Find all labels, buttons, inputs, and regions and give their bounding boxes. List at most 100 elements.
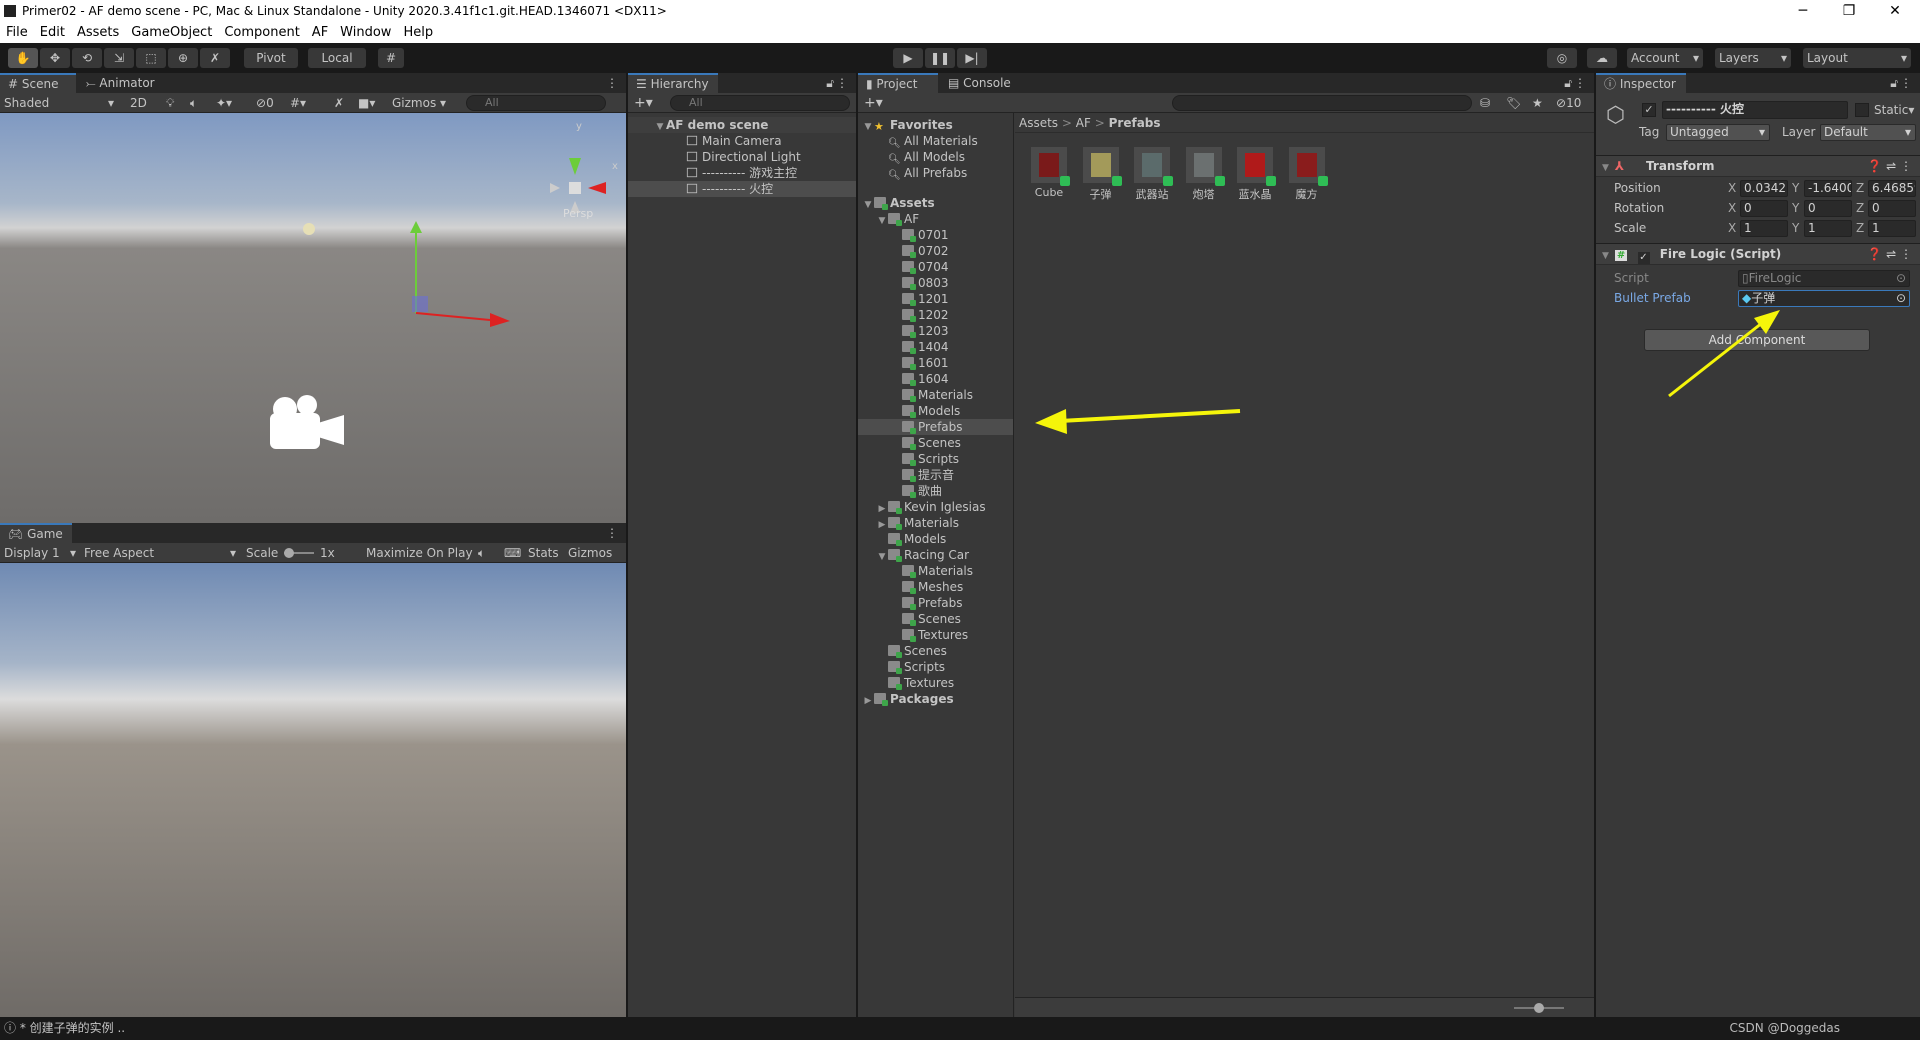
folder-tree-item[interactable]: ▼ ★ Favorites bbox=[858, 117, 1013, 133]
folder-tree-item[interactable]: Prefabs bbox=[858, 419, 1013, 435]
local-toggle[interactable]: Local bbox=[308, 48, 366, 68]
folder-tree-item[interactable]: 0701 bbox=[858, 227, 1013, 243]
more-options-icon[interactable]: ⋮ bbox=[828, 73, 856, 93]
transform-z-field[interactable]: 1 bbox=[1868, 220, 1916, 237]
menu-help[interactable]: Help bbox=[397, 25, 439, 40]
mute-audio-icon[interactable]: 🔈︎ bbox=[478, 545, 485, 561]
folder-tree-item[interactable]: 歌曲 bbox=[858, 483, 1013, 499]
menu-edit[interactable]: Edit bbox=[34, 25, 71, 40]
enabled-checkbox[interactable]: ✓ bbox=[1637, 252, 1650, 264]
active-checkbox[interactable]: ✓ bbox=[1642, 103, 1656, 117]
menu-gameobject[interactable]: GameObject bbox=[125, 25, 218, 40]
tab-scene[interactable]: # Scene bbox=[0, 73, 76, 93]
folder-tree-item[interactable]: Scenes bbox=[858, 643, 1013, 659]
more-options-icon[interactable]: ⋮ bbox=[1566, 73, 1594, 93]
folder-tree-item[interactable]: ▶ Materials bbox=[858, 515, 1013, 531]
more-options-icon[interactable]: ⋮ bbox=[1892, 73, 1920, 93]
folder-tree-item[interactable]: Textures bbox=[858, 627, 1013, 643]
breadcrumb-assets[interactable]: Assets bbox=[1019, 116, 1058, 130]
layer-dropdown[interactable]: Default ▾ bbox=[1820, 124, 1916, 141]
transform-x-field[interactable]: 0.0342 bbox=[1740, 180, 1788, 197]
keyboard-icon[interactable]: ⌨ bbox=[504, 545, 521, 561]
game-viewport[interactable] bbox=[0, 563, 626, 1017]
transform-y-field[interactable]: -1.6400 bbox=[1804, 180, 1852, 197]
lighting-icon[interactable]: 💡︎ bbox=[166, 95, 174, 111]
transform-y-field[interactable]: 1 bbox=[1804, 220, 1852, 237]
transform-x-field[interactable]: 1 bbox=[1740, 220, 1788, 237]
menu-component[interactable]: Component bbox=[218, 25, 305, 40]
gameobject-cube-icon[interactable]: ⬡ bbox=[1606, 103, 1625, 128]
bullet-prefab-field[interactable]: ◆子弹 ⊙ bbox=[1738, 290, 1910, 307]
create-button[interactable]: +▾ bbox=[864, 95, 883, 111]
search-by-type-icon[interactable]: ⛁ bbox=[1480, 95, 1490, 111]
folder-tree-item[interactable]: Prefabs bbox=[858, 595, 1013, 611]
folder-tree-item[interactable]: 1604 bbox=[858, 371, 1013, 387]
hand-tool-icon[interactable]: ✋ bbox=[8, 48, 38, 68]
hidden-packages-toggle[interactable]: ⊘10 bbox=[1556, 95, 1581, 111]
more-options-icon[interactable]: ⋮ bbox=[598, 73, 626, 93]
folder-tree-item[interactable]: 提示音 bbox=[858, 467, 1013, 483]
static-checkbox[interactable] bbox=[1855, 103, 1869, 117]
static-dropdown[interactable]: Static▾ bbox=[1874, 103, 1914, 117]
custom-tool-icon[interactable]: ✗ bbox=[200, 48, 230, 68]
prefab-thumbnail[interactable] bbox=[1082, 147, 1122, 186]
folder-tree-item[interactable]: ▼ Racing Car bbox=[858, 547, 1013, 563]
prefab-thumbnail[interactable] bbox=[1031, 147, 1070, 186]
hidden-objects-toggle[interactable]: ⊘0 bbox=[256, 95, 274, 111]
transform-z-field[interactable]: 0 bbox=[1868, 200, 1916, 217]
tag-dropdown[interactable]: Untagged ▾ bbox=[1666, 124, 1770, 141]
collapsed-arrow-icon[interactable]: ▶ bbox=[862, 693, 874, 709]
play-button[interactable]: ▶ bbox=[893, 48, 923, 68]
add-component-button[interactable]: Add Component bbox=[1644, 329, 1870, 351]
scene-viewport[interactable]: y x Persp bbox=[0, 113, 626, 523]
folder-tree-item[interactable]: 1202 bbox=[858, 307, 1013, 323]
favorites-star-icon[interactable]: ★ bbox=[1532, 95, 1543, 111]
project-search-input[interactable] bbox=[1172, 95, 1472, 111]
minimize-button[interactable]: ─ bbox=[1780, 0, 1826, 22]
cloud-icon[interactable]: ☁ bbox=[1587, 48, 1617, 68]
aspect-dropdown[interactable]: Free Aspect ▾ bbox=[84, 545, 236, 561]
folder-tree-item[interactable]: Textures bbox=[858, 675, 1013, 691]
prefab-thumbnail[interactable] bbox=[1237, 147, 1276, 186]
rect-tool-icon[interactable]: ⬚ bbox=[136, 48, 166, 68]
close-button[interactable]: ✕ bbox=[1872, 0, 1918, 22]
fire-logic-header[interactable]: ▼ # ✓ Fire Logic (Script) ❓ ⇌ ⋮ bbox=[1596, 243, 1920, 265]
tab-animator[interactable]: ⤚ Animator bbox=[78, 73, 163, 93]
search-by-label-icon[interactable]: 🏷︎ bbox=[1506, 95, 1521, 111]
prefab-thumbnail[interactable] bbox=[1134, 147, 1173, 186]
tab-project[interactable]: ▮ Project bbox=[858, 73, 938, 93]
display-dropdown[interactable]: Display 1 ▾ bbox=[4, 545, 76, 561]
scale-slider[interactable] bbox=[284, 545, 314, 561]
menu-assets[interactable]: Assets bbox=[71, 25, 125, 40]
transform-header[interactable]: ▼ ⅄ Transform ❓ ⇌ ⋮ bbox=[1596, 155, 1920, 177]
tab-hierarchy[interactable]: ☰ Hierarchy bbox=[628, 73, 718, 93]
breadcrumb-prefabs[interactable]: Prefabs bbox=[1109, 116, 1161, 130]
layout-dropdown[interactable]: Layout ▾ bbox=[1803, 48, 1911, 68]
transform-z-field[interactable]: 6.46859 bbox=[1868, 180, 1916, 197]
component-menu-icons[interactable]: ❓ ⇌ ⋮ bbox=[1867, 156, 1912, 177]
hierarchy-item[interactable]: Directional Light bbox=[628, 149, 856, 165]
scene-root-row[interactable]: ▼ AF demo scene bbox=[628, 117, 856, 133]
pause-button[interactable]: ❚❚ bbox=[925, 48, 955, 68]
audio-icon[interactable]: 🔈︎ bbox=[190, 95, 197, 111]
persp-label[interactable]: Persp bbox=[563, 207, 593, 220]
folder-tree-item[interactable]: ▶ Kevin Iglesias bbox=[858, 499, 1013, 515]
folder-tree-item[interactable]: Scenes bbox=[858, 611, 1013, 627]
create-button[interactable]: +▾ bbox=[634, 95, 653, 111]
transform-tool-icon[interactable]: ⊕ bbox=[168, 48, 198, 68]
menu-window[interactable]: Window bbox=[334, 25, 397, 40]
grid-snap-icon[interactable]: # bbox=[378, 48, 404, 68]
effects-icon[interactable]: ✦▾ bbox=[216, 95, 232, 111]
folder-tree-item[interactable]: 1404 bbox=[858, 339, 1013, 355]
folder-tree-item[interactable]: Scenes bbox=[858, 435, 1013, 451]
scene-search-input[interactable]: All bbox=[466, 95, 606, 111]
folder-tree-item[interactable]: 1201 bbox=[858, 291, 1013, 307]
folder-tree-item[interactable]: 1601 bbox=[858, 355, 1013, 371]
folder-tree-item[interactable]: 0702 bbox=[858, 243, 1013, 259]
hierarchy-item[interactable]: ---------- 火控 bbox=[628, 181, 856, 197]
folder-tree-item[interactable]: Meshes bbox=[858, 579, 1013, 595]
tools-icon[interactable]: ✗ bbox=[334, 95, 344, 111]
camera-icon[interactable]: ■▾ bbox=[358, 95, 375, 111]
maximize-button[interactable]: ❐ bbox=[1826, 0, 1872, 22]
pivot-toggle[interactable]: Pivot bbox=[244, 48, 298, 68]
